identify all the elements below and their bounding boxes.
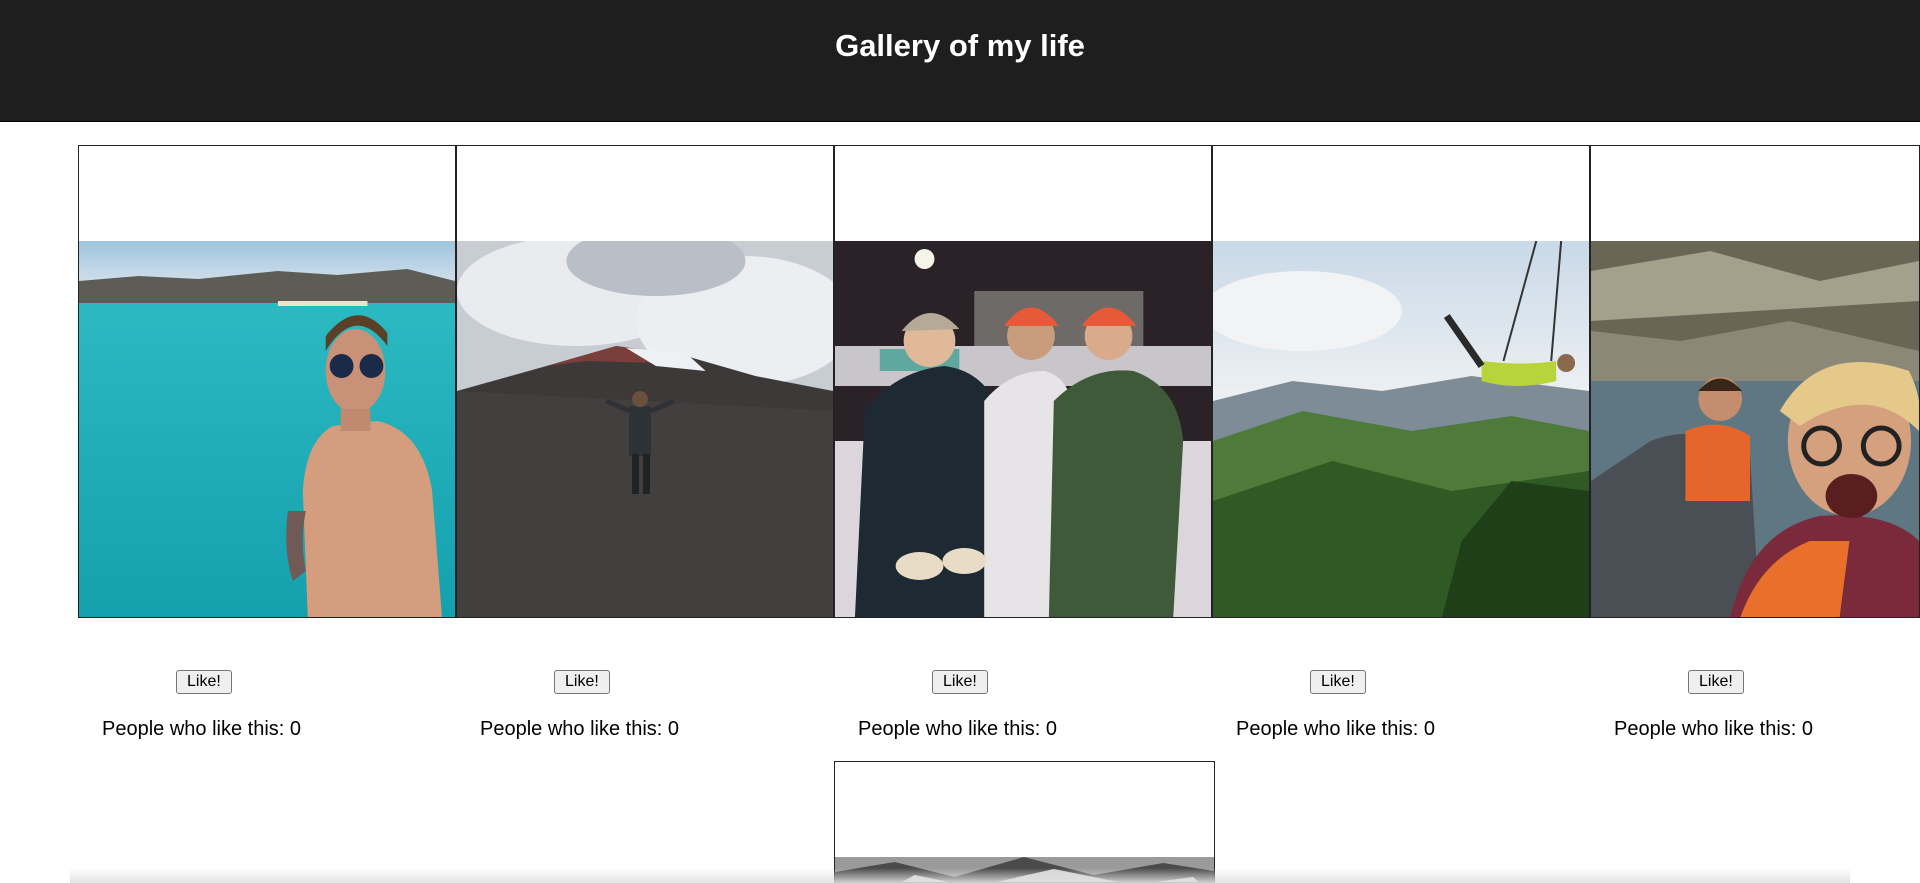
like-button-4[interactable]: Like! (1310, 670, 1366, 694)
photo-friends-ice-rink[interactable] (835, 241, 1211, 618)
like-count-4: People who like this: 0 (1236, 718, 1436, 740)
page-header: Gallery of my life (0, 0, 1920, 122)
photo-mountain-swing[interactable] (1213, 241, 1589, 618)
like-count-2: People who like this: 0 (480, 718, 680, 740)
gallery-card-4 (1212, 145, 1590, 618)
gallery-card-6 (834, 761, 1215, 883)
gallery-card-1 (78, 145, 456, 618)
photo-lake-kayak-selfie[interactable] (1591, 241, 1919, 618)
gallery-card-3 (834, 145, 1212, 618)
photo-beach-selfie[interactable] (79, 241, 455, 618)
like-button-2[interactable]: Like! (554, 670, 610, 694)
like-button-3[interactable]: Like! (932, 670, 988, 694)
like-button-1[interactable]: Like! (176, 670, 232, 694)
scroll-shadow (70, 868, 1850, 883)
like-count-5: People who like this: 0 (1614, 718, 1814, 740)
photo-volcano-hike[interactable] (457, 241, 833, 618)
gallery-card-5 (1590, 145, 1920, 618)
like-count-3: People who like this: 0 (858, 718, 1058, 740)
gallery-card-2 (456, 145, 834, 618)
like-button-5[interactable]: Like! (1688, 670, 1744, 694)
like-count-1: People who like this: 0 (102, 718, 302, 740)
page-title: Gallery of my life (835, 28, 1085, 63)
